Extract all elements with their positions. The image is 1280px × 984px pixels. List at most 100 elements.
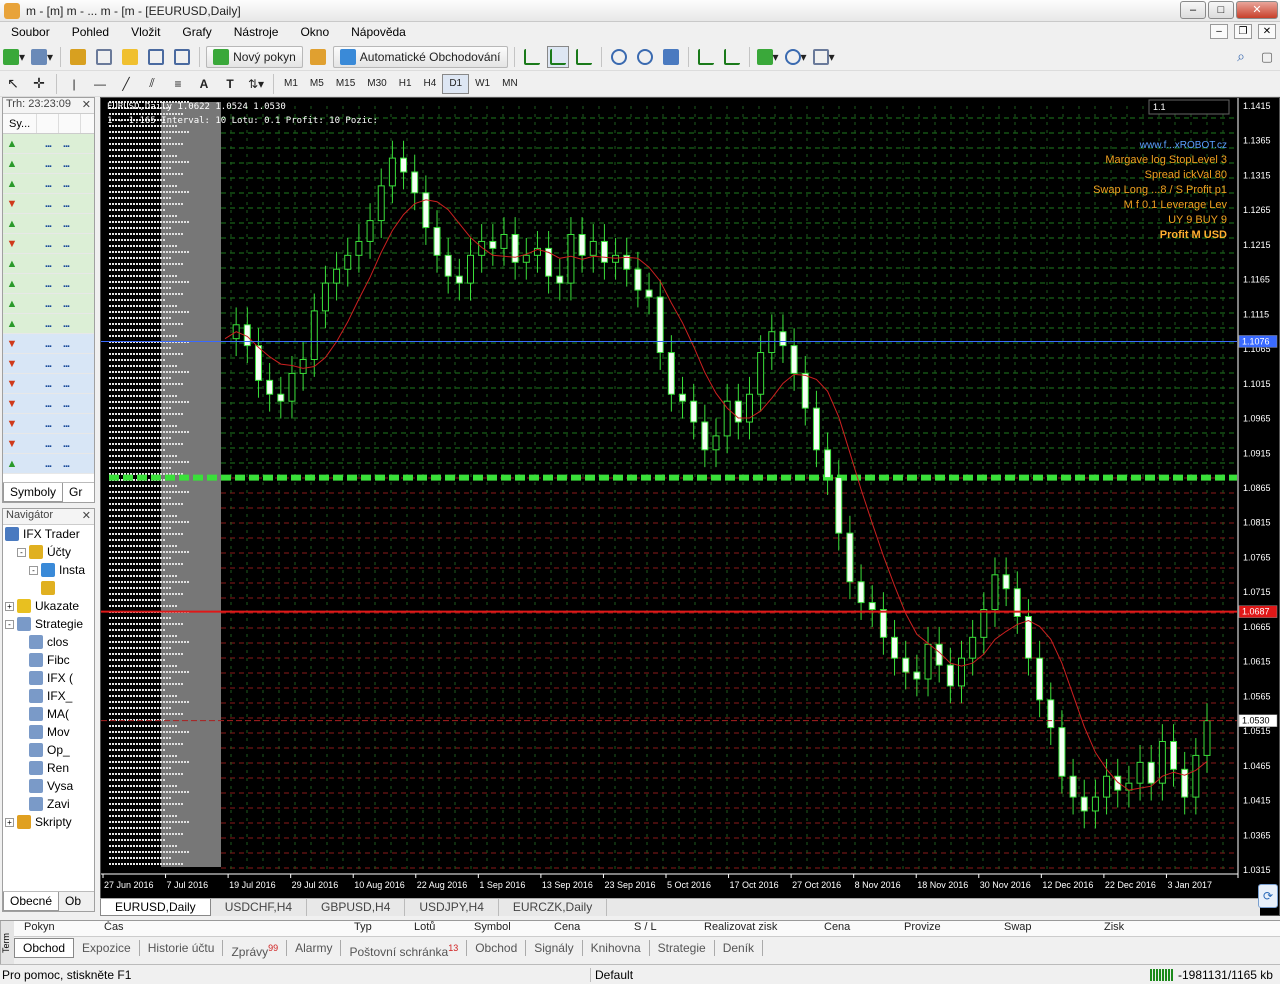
terminal-column-header[interactable]: Pokyn: [14, 921, 94, 936]
terminal-column-header[interactable]: Cena: [814, 921, 894, 936]
navigator-item[interactable]: Fibc: [3, 651, 94, 669]
navigator-item[interactable]: + Skripty: [3, 813, 94, 831]
zoom-out-button[interactable]: [634, 46, 656, 68]
auto-trading-button[interactable]: Automatické Obchodování: [332, 45, 508, 68]
chart-tab-eurusd-daily[interactable]: EURUSD,Daily: [100, 899, 211, 916]
terminal-column-header[interactable]: S / L: [624, 921, 694, 936]
market-watch-row[interactable]: ▲......: [3, 314, 94, 334]
menu-charts[interactable]: Grafy: [171, 25, 222, 39]
terminal-tab[interactable]: Obchod: [14, 938, 75, 958]
terminal-tab[interactable]: Zprávy99: [223, 940, 288, 959]
mdi-minimize-button[interactable]: –: [1210, 24, 1228, 39]
tab-favorites[interactable]: Ob: [59, 892, 87, 911]
chart-window[interactable]: 1.1415 1.1365 1.1315 1.1265 1.1215 1.1165 1.11…: [100, 97, 1280, 916]
navigator-item[interactable]: MA(: [3, 705, 94, 723]
fibonacci-button[interactable]: ≡: [167, 73, 189, 95]
cursor-button[interactable]: ↖: [2, 73, 24, 95]
text-label-button[interactable]: T: [219, 73, 241, 95]
collapse-icon[interactable]: -: [17, 547, 26, 557]
close-button[interactable]: ✕: [1236, 1, 1278, 19]
navigator-item[interactable]: IFX_: [3, 687, 94, 705]
menu-help[interactable]: Nápověda: [340, 25, 417, 39]
close-icon[interactable]: ✕: [82, 509, 91, 522]
market-watch-row[interactable]: ▲......: [3, 294, 94, 314]
terminal-tab[interactable]: Poštovní schránka13: [341, 940, 468, 959]
terminal-column-header[interactable]: Lotů: [404, 921, 464, 936]
terminal-column-header[interactable]: Realizovat zisk: [694, 921, 814, 936]
navigator-item[interactable]: IFX Trader: [3, 525, 94, 543]
candlestick-button[interactable]: [546, 45, 569, 68]
terminal-tab[interactable]: Historie účtu: [140, 940, 224, 956]
terminal-column-header[interactable]: Provize: [894, 921, 994, 936]
terminal-column-header[interactable]: Swap: [994, 921, 1094, 936]
profiles-button[interactable]: ▾: [30, 46, 54, 68]
mdi-restore-button[interactable]: ❐: [1234, 24, 1252, 39]
expand-icon[interactable]: +: [5, 601, 14, 611]
terminal-button[interactable]: [145, 46, 167, 68]
market-watch-button[interactable]: [67, 46, 89, 68]
mdi-close-button[interactable]: ✕: [1258, 24, 1276, 39]
channel-button[interactable]: ⫽: [141, 73, 163, 95]
timeframe-mn[interactable]: MN: [496, 74, 524, 94]
timeframe-m1[interactable]: M1: [278, 74, 304, 94]
market-watch-row[interactable]: ▲......: [3, 274, 94, 294]
tile-windows-button[interactable]: [660, 46, 682, 68]
chart-tab-eurczk-daily[interactable]: EURCZK,Daily: [499, 899, 608, 916]
menu-view[interactable]: Pohled: [61, 25, 120, 39]
trendline-button[interactable]: ╱: [115, 73, 137, 95]
timeframe-m30[interactable]: M30: [361, 74, 392, 94]
crosshair-button[interactable]: ✛: [28, 73, 50, 95]
terminal-column-header[interactable]: Zisk: [1094, 921, 1194, 936]
market-watch-row[interactable]: ▲......: [3, 134, 94, 154]
market-watch-row[interactable]: ▲......: [3, 174, 94, 194]
navigator-item[interactable]: [3, 579, 94, 597]
minimize-button[interactable]: –: [1180, 1, 1206, 19]
terminal-column-header[interactable]: Symbol: [464, 921, 544, 936]
market-watch-row[interactable]: ▼......: [3, 414, 94, 434]
chart-tab-gbpusd-h4[interactable]: GBPUSD,H4: [307, 899, 406, 916]
templates-button[interactable]: ▾: [812, 46, 836, 68]
navigator-button[interactable]: [119, 46, 141, 68]
navigator-item[interactable]: Vysa: [3, 777, 94, 795]
timeframe-w1[interactable]: W1: [469, 74, 496, 94]
navigator-item[interactable]: clos: [3, 633, 94, 651]
chart-shift-button[interactable]: [721, 46, 743, 68]
line-chart-button[interactable]: [573, 46, 595, 68]
vertical-line-button[interactable]: |: [63, 73, 85, 95]
search-button[interactable]: ⌕: [1230, 46, 1252, 68]
tab-common[interactable]: Obecné: [3, 892, 60, 911]
maximize-button[interactable]: □: [1208, 1, 1234, 19]
navigator-item[interactable]: Mov: [3, 723, 94, 741]
menu-tools[interactable]: Nástroje: [223, 25, 290, 39]
data-window-button[interactable]: [93, 46, 115, 68]
terminal-tab[interactable]: Obchod: [467, 940, 527, 956]
navigator-item[interactable]: IFX (: [3, 669, 94, 687]
terminal-tab[interactable]: Knihovna: [583, 940, 650, 956]
connection-status[interactable]: -1981131/1165 kb: [1150, 968, 1273, 982]
timeframe-d1[interactable]: D1: [442, 73, 470, 94]
market-watch-row[interactable]: ▼......: [3, 334, 94, 354]
navigator-item[interactable]: Zavi: [3, 795, 94, 813]
navigator-item[interactable]: Op_: [3, 741, 94, 759]
terminal-tab[interactable]: Strategie: [650, 940, 715, 956]
terminal-column-header[interactable]: Typ: [344, 921, 404, 936]
column-symbol[interactable]: Sy...: [3, 114, 37, 133]
navigator-item[interactable]: - Účty: [3, 543, 94, 561]
chat-button[interactable]: ▢: [1256, 46, 1278, 68]
market-watch-row[interactable]: ▲......: [3, 214, 94, 234]
terminal-tab[interactable]: Alarmy: [287, 940, 342, 956]
timeframe-h4[interactable]: H4: [418, 74, 443, 94]
menu-file[interactable]: Soubor: [0, 25, 61, 39]
terminal-column-header[interactable]: Čas: [94, 921, 344, 936]
column-bid[interactable]: [37, 114, 59, 133]
timeframe-m5[interactable]: M5: [304, 74, 330, 94]
navigator-item[interactable]: - Strategie: [3, 615, 94, 633]
collapse-icon[interactable]: -: [29, 565, 38, 575]
market-watch-row[interactable]: ▲......: [3, 254, 94, 274]
timeframe-m15[interactable]: M15: [330, 74, 361, 94]
navigator-item[interactable]: Ren: [3, 759, 94, 777]
menu-window[interactable]: Okno: [289, 25, 340, 39]
terminal-column-header[interactable]: Cena: [544, 921, 624, 936]
market-watch-row[interactable]: ▼......: [3, 354, 94, 374]
navigator-item[interactable]: - Insta: [3, 561, 94, 579]
